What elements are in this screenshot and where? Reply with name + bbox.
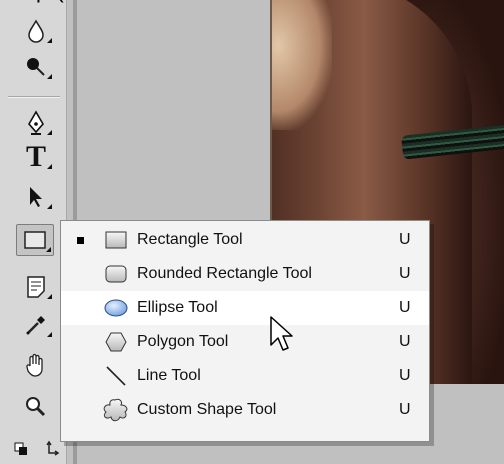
menu-item-shortcut: U xyxy=(399,265,411,282)
type-t-icon: T xyxy=(25,140,46,173)
menu-item-shortcut: U xyxy=(399,367,411,384)
shape-tool[interactable] xyxy=(16,224,54,256)
menu-item-label: Line Tool xyxy=(137,367,201,384)
burn-tool[interactable] xyxy=(18,52,54,82)
menu-item-label: Polygon Tool xyxy=(137,333,229,350)
line-shape-icon xyxy=(101,363,131,389)
menu-item-shortcut: U xyxy=(399,333,411,350)
custom-shape-icon xyxy=(101,397,131,423)
menu-item-rounded-rectangle-tool[interactable]: Rounded Rectangle Tool U xyxy=(61,257,429,291)
menu-item-custom-shape-tool[interactable]: Custom Shape Tool U xyxy=(61,393,429,427)
menu-item-label: Rounded Rectangle Tool xyxy=(137,265,312,282)
menu-item-polygon-tool[interactable]: Polygon Tool U xyxy=(61,325,429,359)
shape-tool-flyout-menu: Rectangle Tool U Rounded Rectangle Tool … xyxy=(60,220,430,442)
rectangle-icon xyxy=(24,231,46,249)
path-selection-tool[interactable] xyxy=(18,182,54,212)
zoom-tool[interactable] xyxy=(18,392,54,422)
blur-tool[interactable] xyxy=(18,16,54,46)
menu-item-ellipse-tool[interactable]: Ellipse Tool U xyxy=(61,291,429,325)
swap-colors-icon xyxy=(14,440,60,456)
photo-highlight xyxy=(272,0,332,130)
burn-icon xyxy=(27,58,45,76)
pen-tool[interactable] xyxy=(18,108,54,138)
rectangle-shape-icon xyxy=(101,227,131,253)
menu-item-shortcut: U xyxy=(399,299,411,316)
menu-item-shortcut: U xyxy=(399,231,411,248)
eyedropper-tool[interactable] xyxy=(18,310,54,340)
arrow-select-icon xyxy=(30,187,42,207)
menu-item-label: Custom Shape Tool xyxy=(137,401,277,418)
selected-bullet-icon xyxy=(77,236,84,244)
hand-tool[interactable] xyxy=(18,350,54,380)
color-swap[interactable] xyxy=(6,434,66,464)
ellipse-shape-icon xyxy=(101,295,131,321)
menu-item-shortcut: U xyxy=(399,401,411,418)
type-tool[interactable]: T xyxy=(18,140,54,173)
window-title-strip: p ( xyxy=(0,0,504,6)
notes-tool[interactable] xyxy=(18,272,54,302)
menu-item-label: Ellipse Tool xyxy=(137,299,218,316)
eyedropper-icon xyxy=(26,316,45,335)
note-icon xyxy=(27,276,45,298)
toolbox: T xyxy=(0,0,67,464)
rounded-rectangle-shape-icon xyxy=(101,261,131,287)
pen-nib-icon xyxy=(28,110,44,135)
hand-icon xyxy=(26,353,43,377)
mouse-pointer-icon xyxy=(270,316,293,351)
magnifier-icon xyxy=(26,397,46,417)
menu-item-line-tool[interactable]: Line Tool U xyxy=(61,359,429,393)
menu-item-label: Rectangle Tool xyxy=(137,231,243,248)
water-drop-icon xyxy=(28,19,44,43)
menu-item-rectangle-tool[interactable]: Rectangle Tool U xyxy=(61,223,429,257)
polygon-shape-icon xyxy=(101,329,131,355)
